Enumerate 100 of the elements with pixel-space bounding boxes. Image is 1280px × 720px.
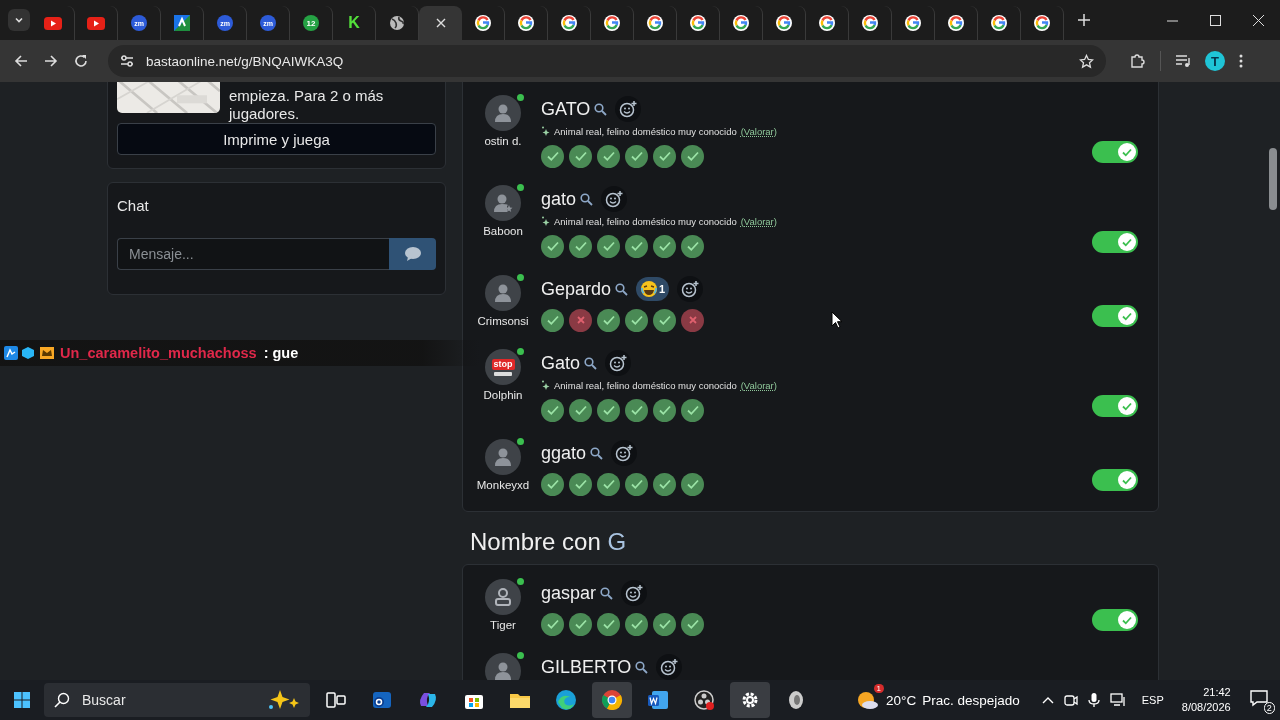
check-vote-icon[interactable]: [597, 612, 620, 636]
add-reaction-button[interactable]: [621, 580, 648, 606]
search-icon[interactable]: [594, 102, 608, 116]
chevron-up-icon[interactable]: [1041, 696, 1054, 704]
check-vote-icon[interactable]: [569, 398, 592, 422]
check-vote-icon[interactable]: [541, 612, 564, 636]
add-reaction-button[interactable]: [601, 186, 628, 212]
search-icon[interactable]: [590, 446, 604, 460]
check-vote-icon[interactable]: [541, 144, 564, 168]
check-vote-icon[interactable]: [569, 144, 592, 168]
rate-link[interactable]: (Valorar): [740, 379, 777, 391]
back-icon[interactable]: [14, 54, 28, 68]
clock[interactable]: 21:42 8/08/2026: [1181, 685, 1231, 715]
check-vote-icon[interactable]: [569, 234, 592, 258]
sparkle-icon: [541, 126, 550, 136]
stop-sign: stop: [491, 358, 515, 370]
maximize-icon[interactable]: [1210, 14, 1221, 26]
taskbar-search-field[interactable]: Buscar: [44, 683, 310, 717]
add-reaction-button[interactable]: [677, 276, 704, 302]
check-vote-icon[interactable]: [653, 398, 676, 422]
check-vote-icon[interactable]: [625, 398, 648, 422]
notifications-button[interactable]: 2: [1248, 688, 1273, 712]
menu-icon[interactable]: [1239, 54, 1243, 68]
scrollbar-thumb[interactable]: [1269, 148, 1277, 210]
check-vote-icon[interactable]: [625, 472, 648, 496]
check-vote-icon[interactable]: [625, 144, 648, 168]
search-icon[interactable]: [635, 660, 649, 674]
search-icon[interactable]: [584, 356, 598, 370]
reaction-badge[interactable]: 1: [636, 277, 670, 301]
reload-icon[interactable]: [74, 54, 88, 68]
search-icon[interactable]: [580, 192, 594, 206]
network-icon[interactable]: [1109, 693, 1126, 707]
tab-list-button[interactable]: [8, 9, 30, 31]
taskbar-button[interactable]: [730, 682, 770, 718]
section-heading: Nombre con G: [470, 528, 628, 556]
taskbar-button[interactable]: [592, 682, 632, 718]
check-vote-icon[interactable]: [653, 144, 676, 168]
google-icon: [776, 15, 792, 31]
language-indicator[interactable]: ESP: [1141, 694, 1164, 706]
check-vote-icon[interactable]: [681, 234, 704, 258]
check-vote-icon[interactable]: [653, 612, 676, 636]
check-vote-icon[interactable]: [597, 472, 620, 496]
search-icon[interactable]: [615, 282, 629, 296]
toggle-switch[interactable]: [1092, 231, 1138, 253]
close-icon[interactable]: [1253, 14, 1264, 26]
add-reaction-button[interactable]: [605, 350, 632, 376]
address-bar[interactable]: bastaonline.net/g/BNQAIWKA3Q: [108, 45, 1106, 77]
microphone-icon[interactable]: [1087, 692, 1100, 708]
extensions-icon[interactable]: [1130, 53, 1146, 69]
answer-word: GILBERTO: [541, 656, 632, 678]
add-reaction-button[interactable]: [611, 440, 638, 466]
check-vote-icon[interactable]: [541, 398, 564, 422]
check-vote-icon[interactable]: [653, 472, 676, 496]
check-icon: [601, 313, 616, 327]
toggle-switch[interactable]: [1092, 141, 1138, 163]
close-icon[interactable]: [435, 18, 446, 28]
check-vote-icon[interactable]: [597, 308, 620, 332]
cross-vote-icon[interactable]: [569, 308, 592, 332]
check-vote-icon[interactable]: [653, 234, 676, 258]
check-vote-icon[interactable]: [625, 612, 648, 636]
check-vote-icon[interactable]: [569, 472, 592, 496]
site-settings-icon[interactable]: [120, 54, 134, 68]
check-icon: [601, 477, 616, 491]
start-button[interactable]: [14, 692, 30, 708]
check-vote-icon[interactable]: [541, 234, 564, 258]
profile-avatar[interactable]: T: [1205, 51, 1225, 71]
cross-vote-icon[interactable]: [681, 308, 704, 332]
check-vote-icon[interactable]: [625, 308, 648, 332]
check-vote-icon[interactable]: [681, 472, 704, 496]
add-emoji-icon: [619, 100, 638, 118]
add-reaction-button[interactable]: [615, 96, 642, 122]
new-tab-icon[interactable]: [1078, 14, 1090, 26]
toggle-switch[interactable]: [1092, 609, 1138, 631]
toggle-switch[interactable]: [1092, 469, 1138, 491]
toggle-switch[interactable]: [1092, 305, 1138, 327]
check-vote-icon[interactable]: [541, 472, 564, 496]
check-vote-icon[interactable]: [597, 234, 620, 258]
search-icon[interactable]: [600, 586, 614, 600]
forward-icon[interactable]: [44, 54, 58, 68]
check-vote-icon[interactable]: [653, 308, 676, 332]
check-vote-icon[interactable]: [625, 234, 648, 258]
rate-link[interactable]: (Valorar): [740, 125, 777, 137]
message-field[interactable]: Mensaje...: [117, 238, 389, 270]
check-vote-icon[interactable]: [597, 144, 620, 168]
media-control-icon[interactable]: [1175, 53, 1191, 69]
check-vote-icon[interactable]: [569, 612, 592, 636]
add-reaction-button[interactable]: [656, 654, 683, 680]
rate-link[interactable]: (Valorar): [740, 215, 777, 227]
bookmark-star-icon[interactable]: [1079, 53, 1094, 69]
sparkle-icon: [541, 216, 550, 226]
print-button[interactable]: Imprime y juega: [117, 123, 436, 155]
send-button[interactable]: [389, 238, 436, 270]
check-vote-icon[interactable]: [597, 398, 620, 422]
toggle-switch[interactable]: [1092, 395, 1138, 417]
check-icon: [1121, 146, 1133, 158]
check-vote-icon[interactable]: [681, 612, 704, 636]
check-vote-icon[interactable]: [541, 308, 564, 332]
check-vote-icon[interactable]: [681, 144, 704, 168]
camera-icon[interactable]: [1063, 693, 1078, 707]
check-vote-icon[interactable]: [681, 398, 704, 422]
